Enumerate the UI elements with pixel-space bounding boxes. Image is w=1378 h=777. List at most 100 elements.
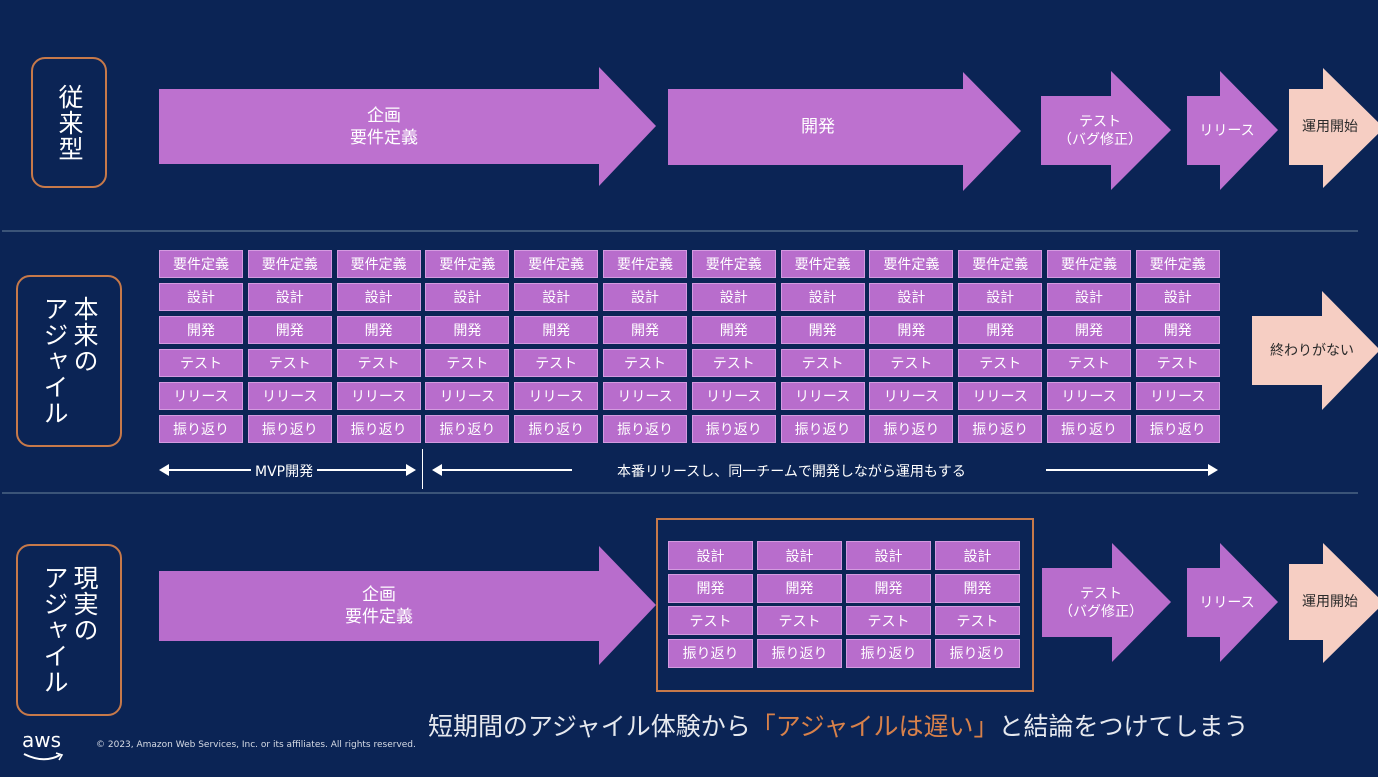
- arrow-text-line: 運用開始: [1302, 119, 1358, 135]
- iteration-step-cell: 要件定義: [247, 250, 332, 278]
- trad-arrow-test: テスト （バグ修正）: [1041, 71, 1171, 190]
- iteration-step-cell: テスト: [935, 606, 1020, 635]
- iteration-step-cell: 設計: [1047, 283, 1131, 311]
- iteration-step-cell: 要件定義: [514, 250, 599, 278]
- iteration-step-cell: 振り返り: [668, 638, 753, 668]
- true-agile-label-box: 本来の アジャイル: [16, 275, 122, 447]
- iteration-step-cell: 振り返り: [159, 415, 243, 443]
- iteration-step-cell: 振り返り: [1047, 415, 1131, 443]
- iteration-step-cell: 設計: [846, 541, 931, 570]
- iteration-step-cell: リリース: [159, 382, 243, 410]
- iteration-step-cell: テスト: [668, 606, 753, 635]
- iteration-step-cell: リリース: [1135, 382, 1220, 410]
- traditional-label: 従来型: [55, 83, 84, 162]
- arrow-text-line: リリース: [1199, 594, 1255, 611]
- iteration-step-cell: テスト: [757, 606, 842, 635]
- iteration-step-cell: 設計: [336, 283, 421, 311]
- iteration-step-cell: 設計: [603, 283, 687, 311]
- ops-label: 本番リリースし、同一チームで開発しながら運用もする: [613, 461, 970, 481]
- iteration-step-cell: リリース: [336, 382, 421, 410]
- iteration-step-cell: リリース: [869, 382, 954, 410]
- iteration-step-cell: 開発: [247, 316, 332, 344]
- trad-arrow-operation: 運用開始: [1289, 68, 1378, 188]
- iteration-step-cell: 要件定義: [336, 250, 421, 278]
- iteration-step-cell: リリース: [691, 382, 776, 410]
- caption-before: 短期間のアジャイル体験から: [428, 712, 751, 741]
- iteration-step-cell: リリース: [1047, 382, 1131, 410]
- iteration-step-cell: 要件定義: [691, 250, 776, 278]
- iteration-step-cell: 開発: [691, 316, 776, 344]
- iteration-step-cell: 開発: [869, 316, 954, 344]
- iteration-step-cell: リリース: [780, 382, 865, 410]
- true-agile-label: 本来の アジャイル: [39, 296, 99, 426]
- trad-arrow-release: リリース: [1187, 71, 1278, 190]
- iteration-step-cell: 開発: [935, 573, 1020, 603]
- iteration-step-cell: リリース: [425, 382, 510, 410]
- arrow-text-line: （バグ修正）: [1058, 131, 1142, 148]
- iteration-step-cell: 開発: [514, 316, 599, 344]
- iteration-step-cell: リリース: [247, 382, 332, 410]
- real-arrow-test: テスト （バグ修正）: [1042, 543, 1171, 662]
- iteration-step-cell: 要件定義: [159, 250, 243, 278]
- endless-arrow: 終わりがない: [1252, 291, 1378, 410]
- iteration-step-cell: テスト: [603, 349, 687, 377]
- iteration-step-cell: 振り返り: [514, 415, 599, 443]
- iteration-step-cell: 振り返り: [780, 415, 865, 443]
- iteration-step-cell: 要件定義: [869, 250, 954, 278]
- iteration-step-cell: 要件定義: [958, 250, 1043, 278]
- iteration-step-cell: 振り返り: [336, 415, 421, 443]
- caption-highlight: 「アジャイルは遅い」: [750, 712, 999, 741]
- iteration-step-cell: 振り返り: [869, 415, 954, 443]
- arrow-text-line: 終わりがない: [1270, 342, 1354, 359]
- trad-arrow-development: 開発: [668, 72, 1021, 191]
- timeline-divider: [422, 449, 423, 489]
- iteration-step-cell: テスト: [869, 349, 954, 377]
- iteration-step-cell: 振り返り: [846, 638, 931, 668]
- iteration-step-cell: テスト: [425, 349, 510, 377]
- iteration-step-cell: 設計: [869, 283, 954, 311]
- real-agile-label: 現実の アジャイル: [39, 565, 99, 695]
- iteration-step-cell: 設計: [247, 283, 332, 311]
- iteration-step-cell: 設計: [1135, 283, 1220, 311]
- iteration-step-cell: 設計: [958, 283, 1043, 311]
- iteration-step-cell: 設計: [514, 283, 599, 311]
- mvp-label: MVP開発: [251, 461, 318, 481]
- copyright: © 2023, Amazon Web Services, Inc. or its…: [96, 740, 416, 750]
- section-divider: [2, 492, 1358, 494]
- iteration-step-cell: 要件定義: [1047, 250, 1131, 278]
- iteration-step-cell: 開発: [1047, 316, 1131, 344]
- timeline-line-ops: [440, 469, 572, 471]
- real-agile-label-box: 現実の アジャイル: [16, 544, 122, 716]
- iteration-step-cell: 振り返り: [247, 415, 332, 443]
- real-arrow-planning: 企画 要件定義: [159, 546, 656, 665]
- timeline-line-ops: [1046, 469, 1210, 471]
- iteration-step-cell: テスト: [159, 349, 243, 377]
- arrow-text-line: 開発: [801, 117, 835, 137]
- iteration-step-cell: 振り返り: [757, 638, 842, 668]
- arrow-text-line: リリース: [1199, 122, 1255, 139]
- iteration-step-cell: テスト: [780, 349, 865, 377]
- label-line: アジャイル: [40, 565, 69, 695]
- iteration-step-cell: 設計: [159, 283, 243, 311]
- iteration-step-cell: 振り返り: [691, 415, 776, 443]
- arrow-text-line: 企画: [362, 585, 396, 605]
- arrow-text-line: 要件定義: [350, 127, 418, 148]
- iteration-step-cell: 開発: [603, 316, 687, 344]
- iteration-step-cell: リリース: [514, 382, 599, 410]
- iteration-step-cell: 振り返り: [425, 415, 510, 443]
- iteration-step-cell: 設計: [935, 541, 1020, 570]
- trad-arrow-planning: 企画 要件定義: [159, 67, 656, 186]
- iteration-step-cell: 振り返り: [1135, 415, 1220, 443]
- iteration-step-cell: テスト: [514, 349, 599, 377]
- iteration-step-cell: 振り返り: [603, 415, 687, 443]
- label-line: 本来の: [70, 296, 99, 374]
- iteration-step-cell: 要件定義: [780, 250, 865, 278]
- arrow-text-line: テスト: [1079, 113, 1121, 130]
- iteration-step-cell: 開発: [846, 573, 931, 603]
- iteration-step-cell: リリース: [958, 382, 1043, 410]
- iteration-step-cell: 開発: [336, 316, 421, 344]
- arrow-text-line: 運用開始: [1302, 594, 1358, 610]
- iteration-step-cell: 要件定義: [425, 250, 510, 278]
- iteration-step-cell: テスト: [846, 606, 931, 635]
- iteration-step-cell: テスト: [1047, 349, 1131, 377]
